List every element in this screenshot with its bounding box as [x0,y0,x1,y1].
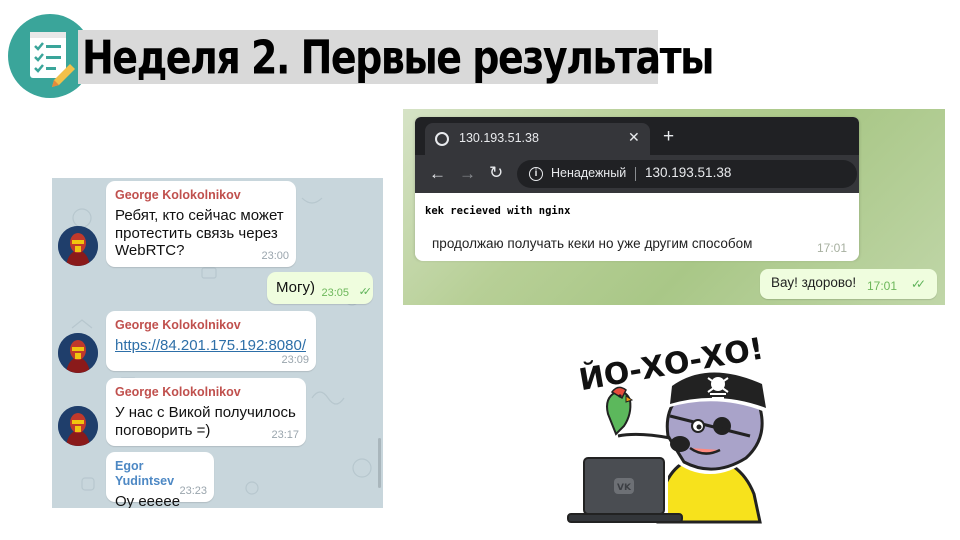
avatar[interactable] [58,406,98,446]
slide-title: Неделя 2. Первые результаты [82,31,715,85]
browser-chat-screenshot: 130.193.51.38 ✕ + ← → ↻ i Ненадежный 130… [403,109,945,305]
browser-toolbar: ← → ↻ i Ненадежный 130.193.51.38 [415,155,859,193]
pirate-sticker: ЙО-ХО-ХО! ЙО-ХО-ХО! VK [560,326,780,526]
page-content-text: kek recieved with nginx [425,205,571,217]
url-text[interactable]: 130.193.51.38 [645,165,731,180]
message-text: продолжаю получать кеки но уже другим сп… [432,236,753,251]
message-text: У нас с Викой получилось поговорить =) [115,404,296,439]
telegram-chat-screenshot: George Kolokolnikov Ребят, кто сейчас мо… [52,178,383,508]
message-time: 23:05 [321,287,349,299]
message-bubble-outgoing[interactable]: Вау! здорово! 17:01 ✓✓ [760,269,937,299]
close-icon[interactable]: ✕ [628,129,640,146]
security-label[interactable]: Ненадежный [551,166,626,180]
info-icon[interactable]: i [529,167,543,181]
message-bubble[interactable]: Egor Yudintsev Оу ееееe 23:23 [106,452,214,508]
message-bubble-outgoing[interactable]: Могу) 23:05 ✓✓ [267,272,373,304]
read-checkmarks-icon: ✓✓ [911,277,926,291]
avatar[interactable] [58,226,98,266]
message-bubble[interactable]: продолжаю получать кеки но уже другим сп… [415,227,859,261]
message-text: Ребят, кто сейчас может протестить связь… [115,207,284,259]
divider [635,167,636,181]
globe-icon [435,132,449,146]
message-time: 23:23 [179,485,207,497]
message-text: Вау! здорово! [771,275,857,290]
message-bubble[interactable]: George Kolokolnikov Ребят, кто сейчас мо… [106,181,296,267]
sender-name[interactable]: George Kolokolnikov [115,188,286,203]
sender-name[interactable]: George Kolokolnikov [115,318,306,333]
avatar[interactable] [58,333,98,373]
new-tab-icon[interactable]: + [663,127,674,146]
message-time: 17:01 [816,241,847,255]
tab-strip: 130.193.51.38 ✕ + [415,117,859,155]
sender-name[interactable]: George Kolokolnikov [115,385,296,400]
back-arrow-icon[interactable]: ← [429,164,446,184]
reload-icon[interactable]: ↻ [489,163,503,183]
address-bar[interactable]: i Ненадежный 130.193.51.38 [517,160,857,188]
forward-arrow-icon[interactable]: → [459,164,476,184]
read-checkmarks-icon: ✓✓ [358,286,373,298]
message-bubble[interactable]: George Kolokolnikov https://84.201.175.1… [106,311,316,371]
message-time: 23:00 [261,250,289,262]
message-time: 23:17 [271,429,299,441]
message-time: 17:01 [867,279,898,293]
message-text: Могу) [276,279,315,296]
message-bubble[interactable]: George Kolokolnikov У нас с Викой получи… [106,378,306,446]
scrollbar[interactable] [378,438,381,488]
browser-tab[interactable]: 130.193.51.38 ✕ [425,123,650,155]
vk-logo-icon: VK [617,483,632,493]
message-time: 23:09 [281,354,309,366]
message-link[interactable]: https://84.201.175.192:8080/ [115,337,306,355]
tab-title: 130.193.51.38 [459,131,539,145]
